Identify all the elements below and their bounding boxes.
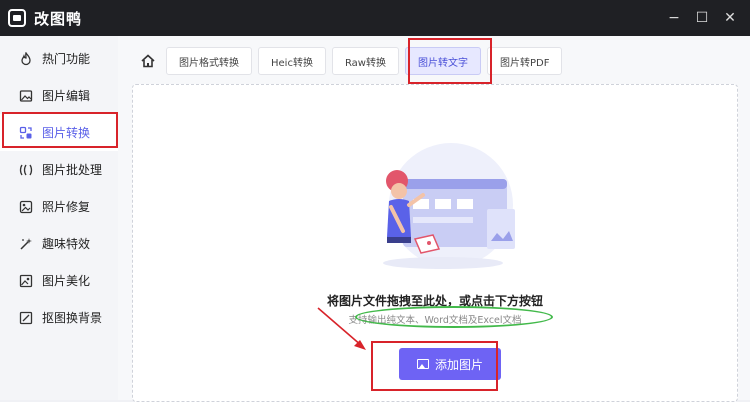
arrow-annotation-icon [317, 307, 366, 350]
tab-image-to-pdf[interactable]: 图片转PDF [487, 47, 563, 75]
add-image-button[interactable]: 添加图片 [399, 348, 501, 380]
sidebar-item-label: 热门功能 [42, 52, 91, 66]
window-controls: − ☐ ✕ [660, 0, 744, 36]
sidebar-item-label: 抠图换背景 [42, 311, 103, 325]
main-panel: 图片格式转换 Heic转换 Raw转换 图片转文字 图片转PDF 将图片文件拖拽… [118, 36, 750, 402]
sidebar-item-photo-repair[interactable]: 照片修复 [0, 188, 118, 225]
beautify-icon [18, 273, 34, 289]
tab-image-to-text[interactable]: 图片转文字 [405, 47, 481, 75]
sidebar-item-label: 图片转换 [42, 126, 91, 140]
cutout-icon [18, 310, 34, 326]
sidebar-item-effects[interactable]: 趣味特效 [0, 225, 118, 262]
image-icon [416, 359, 429, 369]
sidebar-item-beautify[interactable]: 图片美化 [0, 262, 118, 299]
title-bar: 改图鸭 − ☐ ✕ [0, 0, 750, 36]
flame-icon [18, 51, 34, 67]
upload-drop-zone[interactable]: 将图片文件拖拽至此处，或点击下方按钮 支持输出纯文本、Word文档及Excel文… [132, 84, 738, 402]
sidebar: 热门功能 图片编辑 图片转换 图片批处理 照片修复 趣味特效 图片美化 抠图换背… [0, 36, 118, 400]
app-logo-icon [8, 9, 26, 27]
sidebar-item-image-edit[interactable]: 图片编辑 [0, 77, 118, 114]
tab-bar: 图片格式转换 Heic转换 Raw转换 图片转文字 图片转PDF [136, 47, 563, 75]
tab-heic[interactable]: Heic转换 [258, 47, 326, 75]
sidebar-item-label: 趣味特效 [42, 237, 91, 251]
sidebar-item-label: 照片修复 [42, 200, 91, 214]
sidebar-item-label: 图片编辑 [42, 89, 91, 103]
hint-highlight-annotation [355, 306, 553, 328]
add-image-button-label: 添加图片 [434, 357, 483, 372]
maximize-button[interactable]: ☐ [688, 10, 716, 26]
sidebar-item-label: 图片批处理 [42, 163, 103, 177]
sidebar-item-convert[interactable]: 图片转换 [0, 114, 118, 151]
sidebar-item-hot[interactable]: 热门功能 [0, 40, 118, 77]
home-icon [141, 54, 155, 68]
tab-raw[interactable]: Raw转换 [331, 47, 399, 75]
upload-illustration [383, 143, 515, 269]
sidebar-item-batch[interactable]: 图片批处理 [0, 151, 118, 188]
sidebar-item-label: 图片美化 [42, 274, 91, 288]
image-edit-icon [18, 88, 34, 104]
tab-format-convert[interactable]: 图片格式转换 [166, 47, 252, 75]
convert-icon [18, 125, 34, 141]
minimize-button[interactable]: − [660, 10, 688, 26]
magic-wand-icon [18, 236, 34, 252]
photo-repair-icon [18, 199, 34, 215]
batch-icon [18, 162, 34, 178]
sidebar-item-cutout[interactable]: 抠图换背景 [0, 299, 118, 336]
home-button[interactable] [136, 47, 160, 75]
close-button[interactable]: ✕ [716, 10, 744, 26]
app-title: 改图鸭 [34, 9, 83, 28]
